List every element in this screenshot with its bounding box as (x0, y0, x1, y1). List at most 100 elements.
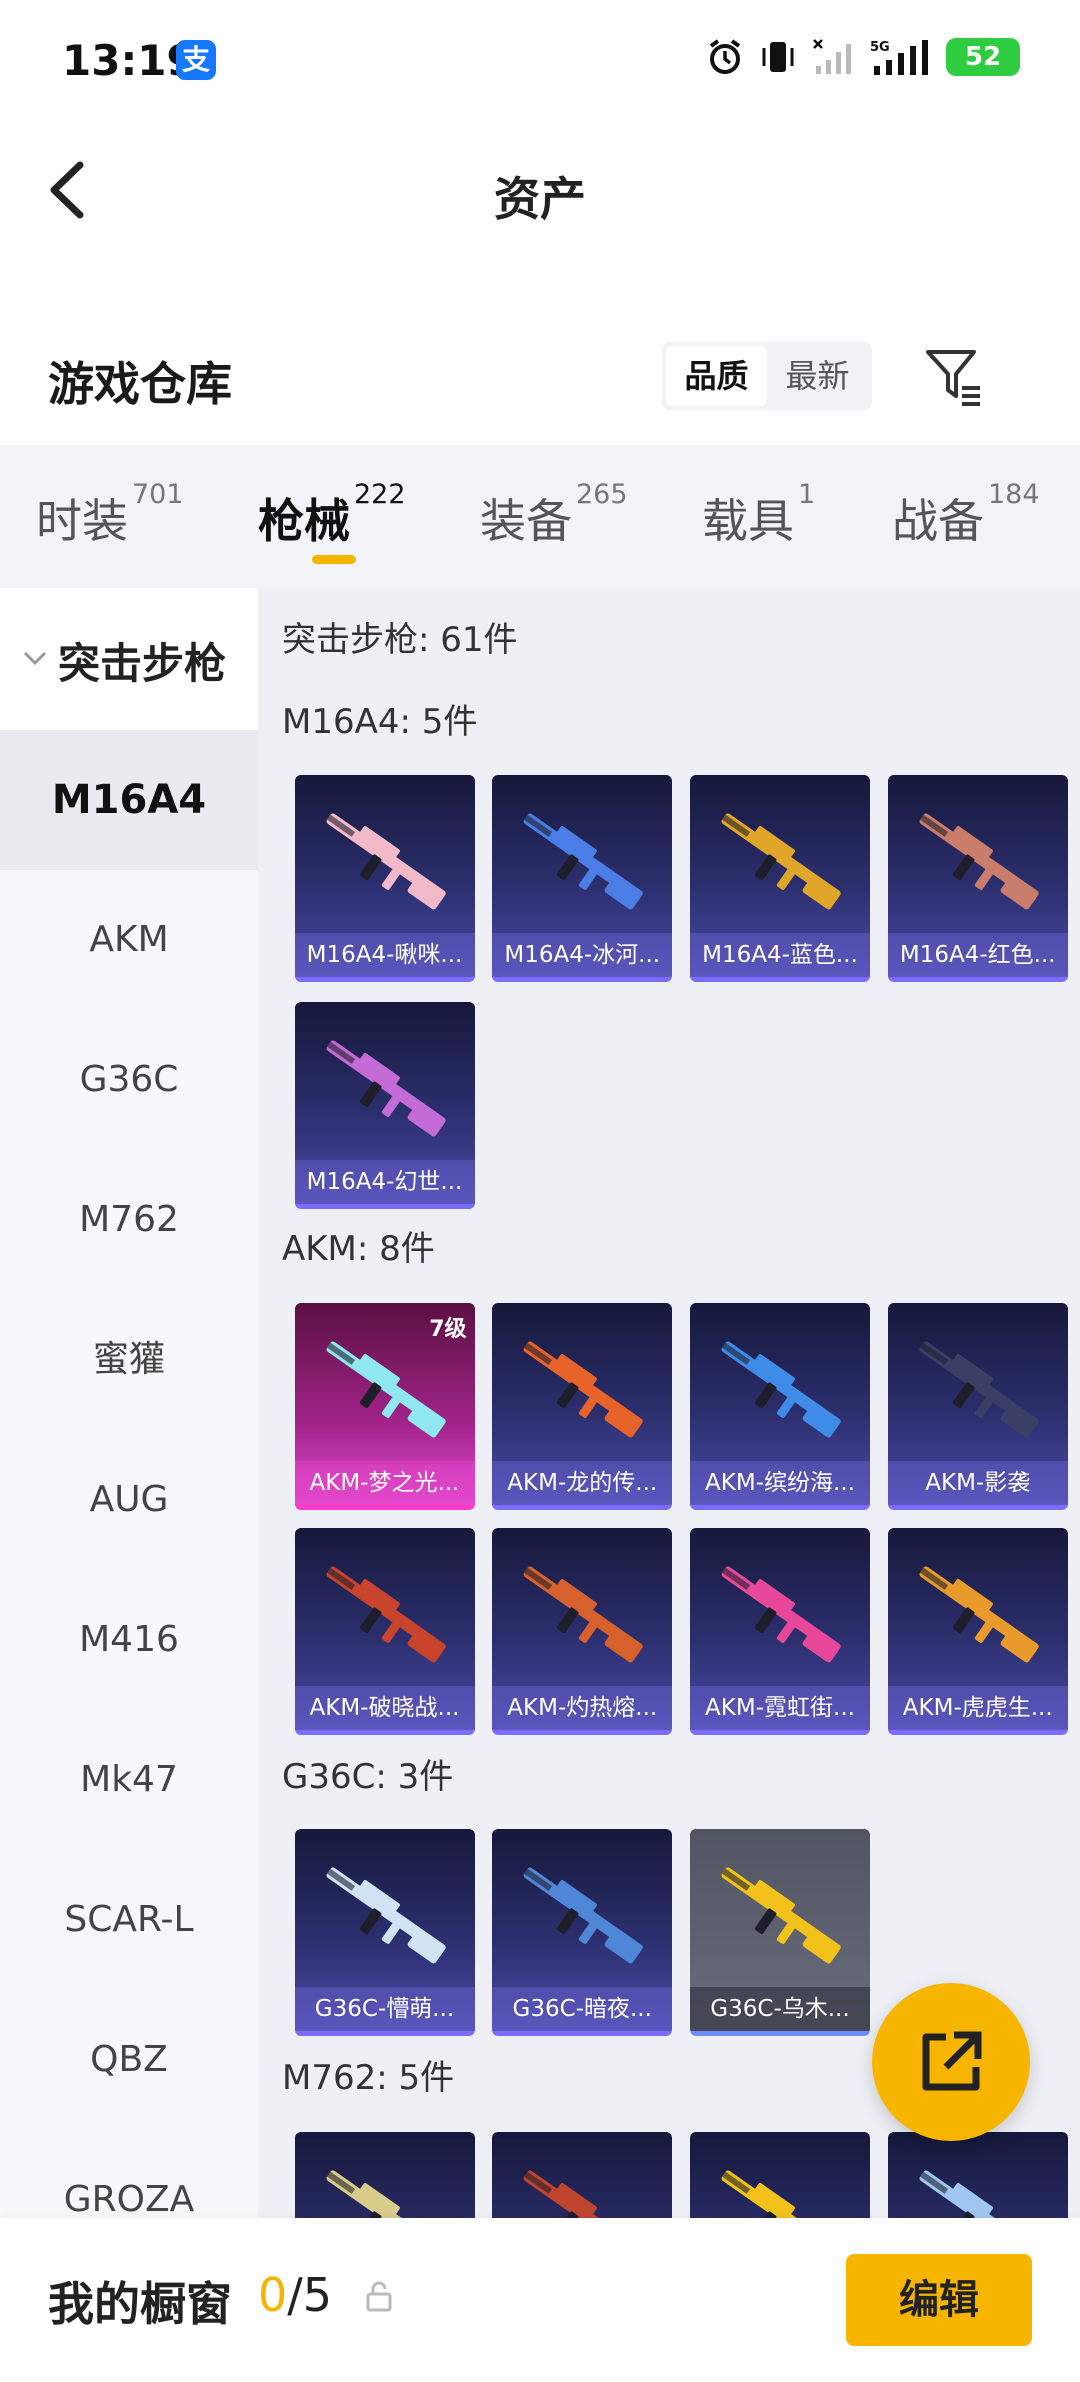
rifle-icon (326, 1867, 446, 1964)
sidebar-list: M16A4 AKM G36C M762 蜜獾 AUG M416 Mk47 SCA… (0, 730, 258, 2218)
signal-weak-icon (813, 39, 851, 74)
rifle-icon (919, 1341, 1039, 1438)
rifle-icon (326, 1040, 446, 1137)
tab-label: 战备 (892, 494, 984, 548)
tab-label: 时装 (36, 494, 128, 548)
weapon-card[interactable] (492, 2131, 673, 2218)
weapon-card-name: G36C-暗夜... (492, 1987, 673, 2032)
sort-toggle: 品质 最新 (662, 342, 872, 410)
weapon-card-name: AKM-缤纷海... (690, 1460, 870, 1505)
sidebar-item-qbz[interactable]: QBZ (0, 1990, 258, 2130)
sort-newest-button[interactable]: 最新 (767, 346, 868, 406)
weapon-card[interactable]: AKM-破晓战... (294, 1528, 475, 1736)
tab-label: 装备 (480, 494, 572, 548)
battery-icon: 52 (946, 38, 1020, 76)
rifle-icon (326, 1566, 446, 1663)
sidebar-item-m416[interactable]: M416 (0, 1570, 258, 1710)
weapon-card[interactable]: G36C-乌木... (690, 1829, 870, 2037)
sidebar-item-aug[interactable]: AUG (0, 1430, 258, 1570)
weapon-card-name: G36C-懵萌... (294, 1987, 475, 2032)
weapon-card[interactable]: G36C-懵萌... (294, 1829, 475, 2037)
weapon-card-name: AKM-霓虹街... (690, 1686, 870, 1731)
weapon-group-label: G36C: 3件 (282, 1756, 454, 1797)
weapon-card-name: M16A4-冰河... (492, 933, 673, 978)
tab-count: 184 (988, 479, 1040, 510)
weapon-grid-panel: 突击步枪: 61件 M16A4: 5件 M16A4-啾咪... M16A4-冰河..… (258, 588, 1080, 2218)
weapon-card[interactable]: AKM-影袭 (887, 1302, 1068, 1510)
showcase-bar: 我的橱窗 0/5 编辑 (0, 2218, 1080, 2382)
filter-icon[interactable] (924, 346, 986, 408)
alarm-icon (709, 39, 741, 74)
rifle-icon (919, 813, 1039, 910)
weapon-card[interactable]: M16A4-冰河... (492, 775, 673, 983)
rifle-icon (523, 2170, 644, 2218)
weapon-card-name: AKM-灼热熔... (492, 1686, 673, 1731)
weapon-card[interactable]: G36C-暗夜... (492, 1829, 673, 2037)
weapon-card-name: AKM-梦之光... (294, 1460, 475, 1505)
alipay-icon: 支 (176, 40, 216, 80)
sidebar-item-scar-l[interactable]: SCAR-L (0, 1850, 258, 1990)
warehouse-header: 游戏仓库 品质 最新 (0, 330, 1080, 440)
weapon-card[interactable]: 7级 AKM-梦之光... (294, 1302, 475, 1510)
sidebar-item-honey-badger[interactable]: 蜜獾 (0, 1290, 258, 1430)
rifle-icon (523, 1566, 644, 1663)
vibrate-icon (762, 42, 794, 72)
sidebar-item-mk47[interactable]: Mk47 (0, 1710, 258, 1850)
weapon-card[interactable]: M16A4-幻世... (294, 1001, 475, 1209)
weapon-card[interactable]: M16A4-啾咪... (294, 775, 475, 983)
sidebar-item-g36c[interactable]: G36C (0, 1010, 258, 1150)
weapon-card[interactable]: AKM-灼热熔... (492, 1528, 673, 1736)
weapon-card-name: M16A4-蓝色... (690, 933, 870, 978)
sidebar-item-akm[interactable]: AKM (0, 870, 258, 1010)
tab-fashion[interactable]: 时装 701 (36, 479, 184, 551)
weapon-card[interactable]: AKM-虎虎生... (887, 1528, 1068, 1736)
weapon-card[interactable]: M16A4-蓝色... (690, 775, 870, 983)
sidebar-item-m762[interactable]: M762 (0, 1150, 258, 1290)
tab-count: 701 (132, 479, 184, 510)
weapon-card[interactable] (294, 2131, 475, 2218)
sidebar-group-label: 突击步枪 (58, 639, 227, 688)
weapon-card[interactable] (887, 2131, 1068, 2218)
sidebar-item-m16a4[interactable]: M16A4 (0, 730, 258, 870)
rifle-icon (919, 1566, 1039, 1663)
weapon-card-name: G36C-乌木... (690, 1987, 870, 2032)
category-summary: 突击步枪: 61件 (282, 620, 518, 660)
weapon-card[interactable] (690, 2131, 870, 2218)
rifle-icon (523, 1341, 644, 1438)
lock-icon (366, 2281, 392, 2312)
chevron-down-icon (23, 651, 47, 666)
tab-label: 载具 (702, 494, 794, 548)
tab-guns[interactable]: 枪械 222 (258, 479, 406, 551)
sidebar-item-groza[interactable]: GROZA (0, 2130, 258, 2218)
rifle-icon (919, 2170, 1039, 2218)
weapon-card-name: AKM-虎虎生... (887, 1686, 1068, 1731)
signal-5g-icon: 5G (870, 40, 928, 75)
weapon-card[interactable]: M16A4-红色... (887, 775, 1068, 983)
weapon-card[interactable]: AKM-缤纷海... (690, 1302, 870, 1510)
showcase-current: 0 (258, 2268, 288, 2322)
status-bar: 13:19 支 5G 52 (0, 0, 1080, 125)
rifle-icon (721, 813, 841, 910)
sidebar-group-header[interactable]: 突击步枪 (0, 588, 258, 728)
showcase-count: 0/5 (258, 2268, 332, 2322)
share-button[interactable] (872, 1983, 1030, 2141)
sort-quality-button[interactable]: 品质 (666, 346, 767, 406)
weapon-sidebar: 突击步枪 M16A4 AKM G36C M762 蜜獾 AUG M416 Mk4… (0, 588, 258, 2218)
weapon-card-name: M16A4-红色... (887, 933, 1068, 978)
edit-button[interactable]: 编辑 (846, 2254, 1032, 2346)
tab-battle-gear[interactable]: 战备 184 (892, 479, 1040, 551)
showcase-total: /5 (287, 2268, 333, 2322)
weapon-card[interactable]: AKM-霓虹街... (690, 1528, 870, 1736)
rifle-icon (523, 1867, 644, 1964)
weapon-card[interactable]: AKM-龙的传... (492, 1302, 673, 1510)
tab-equipment[interactable]: 装备 265 (480, 479, 628, 551)
rifle-icon (523, 813, 644, 910)
rifle-icon (721, 2170, 841, 2218)
tab-vehicles[interactable]: 载具 1 (702, 479, 815, 551)
rifle-icon (326, 2170, 446, 2218)
rifle-icon (721, 1867, 841, 1964)
weapon-group-label: AKM: 8件 (282, 1228, 435, 1269)
rifle-icon (326, 813, 446, 910)
weapon-card-name: M16A4-啾咪... (294, 933, 475, 978)
section-title: 游戏仓库 (48, 357, 232, 411)
